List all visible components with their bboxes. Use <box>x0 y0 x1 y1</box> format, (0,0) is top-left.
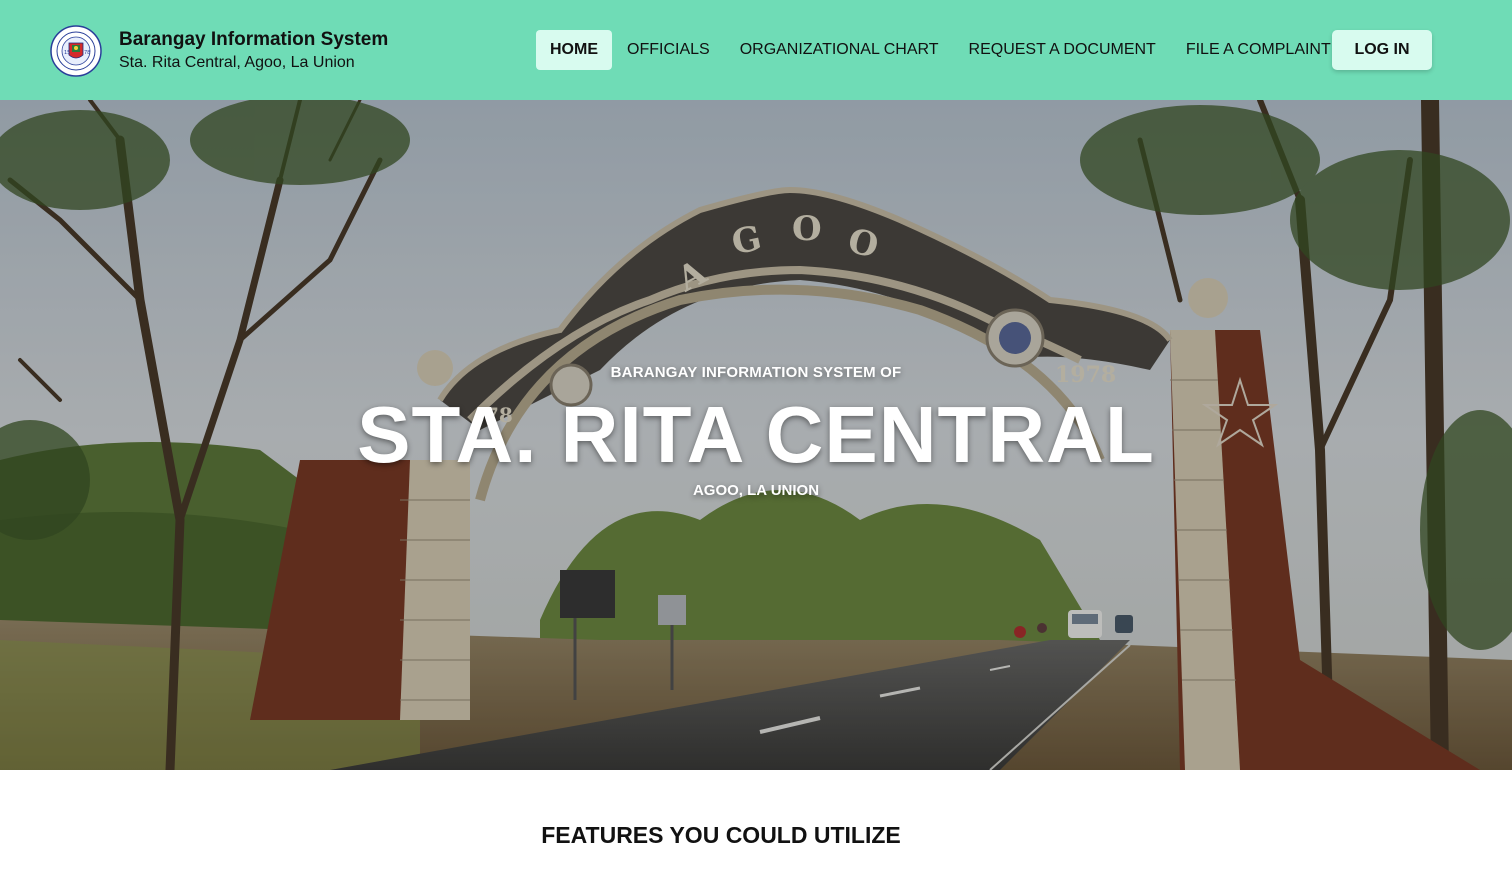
features-heading: FEATURES YOU COULD UTILIZE <box>541 822 901 848</box>
hero-subtitle: AGOO, LA UNION <box>692 482 820 499</box>
nav-request-document[interactable]: REQUEST A DOCUMENT <box>954 30 1171 70</box>
hero-kicker: BARANGAY INFORMATION SYSTEM OF <box>610 364 902 381</box>
brand[interactable]: 15 78 Barangay Information System Sta. R… <box>50 25 388 77</box>
hero-title: STA. RITA CENTRAL <box>357 390 1155 479</box>
site-title: Barangay Information System <box>119 28 389 50</box>
nav-file-complaint[interactable]: FILE A COMPLAINT <box>1171 30 1346 70</box>
site-header: 15 78 Barangay Information System Sta. R… <box>0 0 1512 100</box>
municipal-seal-icon: 15 78 <box>50 25 102 77</box>
login-button[interactable]: LOG IN <box>1332 30 1432 70</box>
svg-text:15: 15 <box>64 50 70 56</box>
svg-text:78: 78 <box>84 50 90 56</box>
hero-banner: A G O O 1978 78 BARANGAY INFORMATION SYS… <box>0 100 1512 770</box>
nav-home[interactable]: HOME <box>536 30 612 70</box>
nav-organizational-chart[interactable]: ORGANIZATIONAL CHART <box>725 30 954 70</box>
nav-officials[interactable]: OFFICIALS <box>612 30 725 70</box>
site-subtitle: Sta. Rita Central, Agoo, La Union <box>119 53 355 71</box>
main-nav: HOME OFFICIALS ORGANIZATIONAL CHART REQU… <box>536 30 1346 70</box>
